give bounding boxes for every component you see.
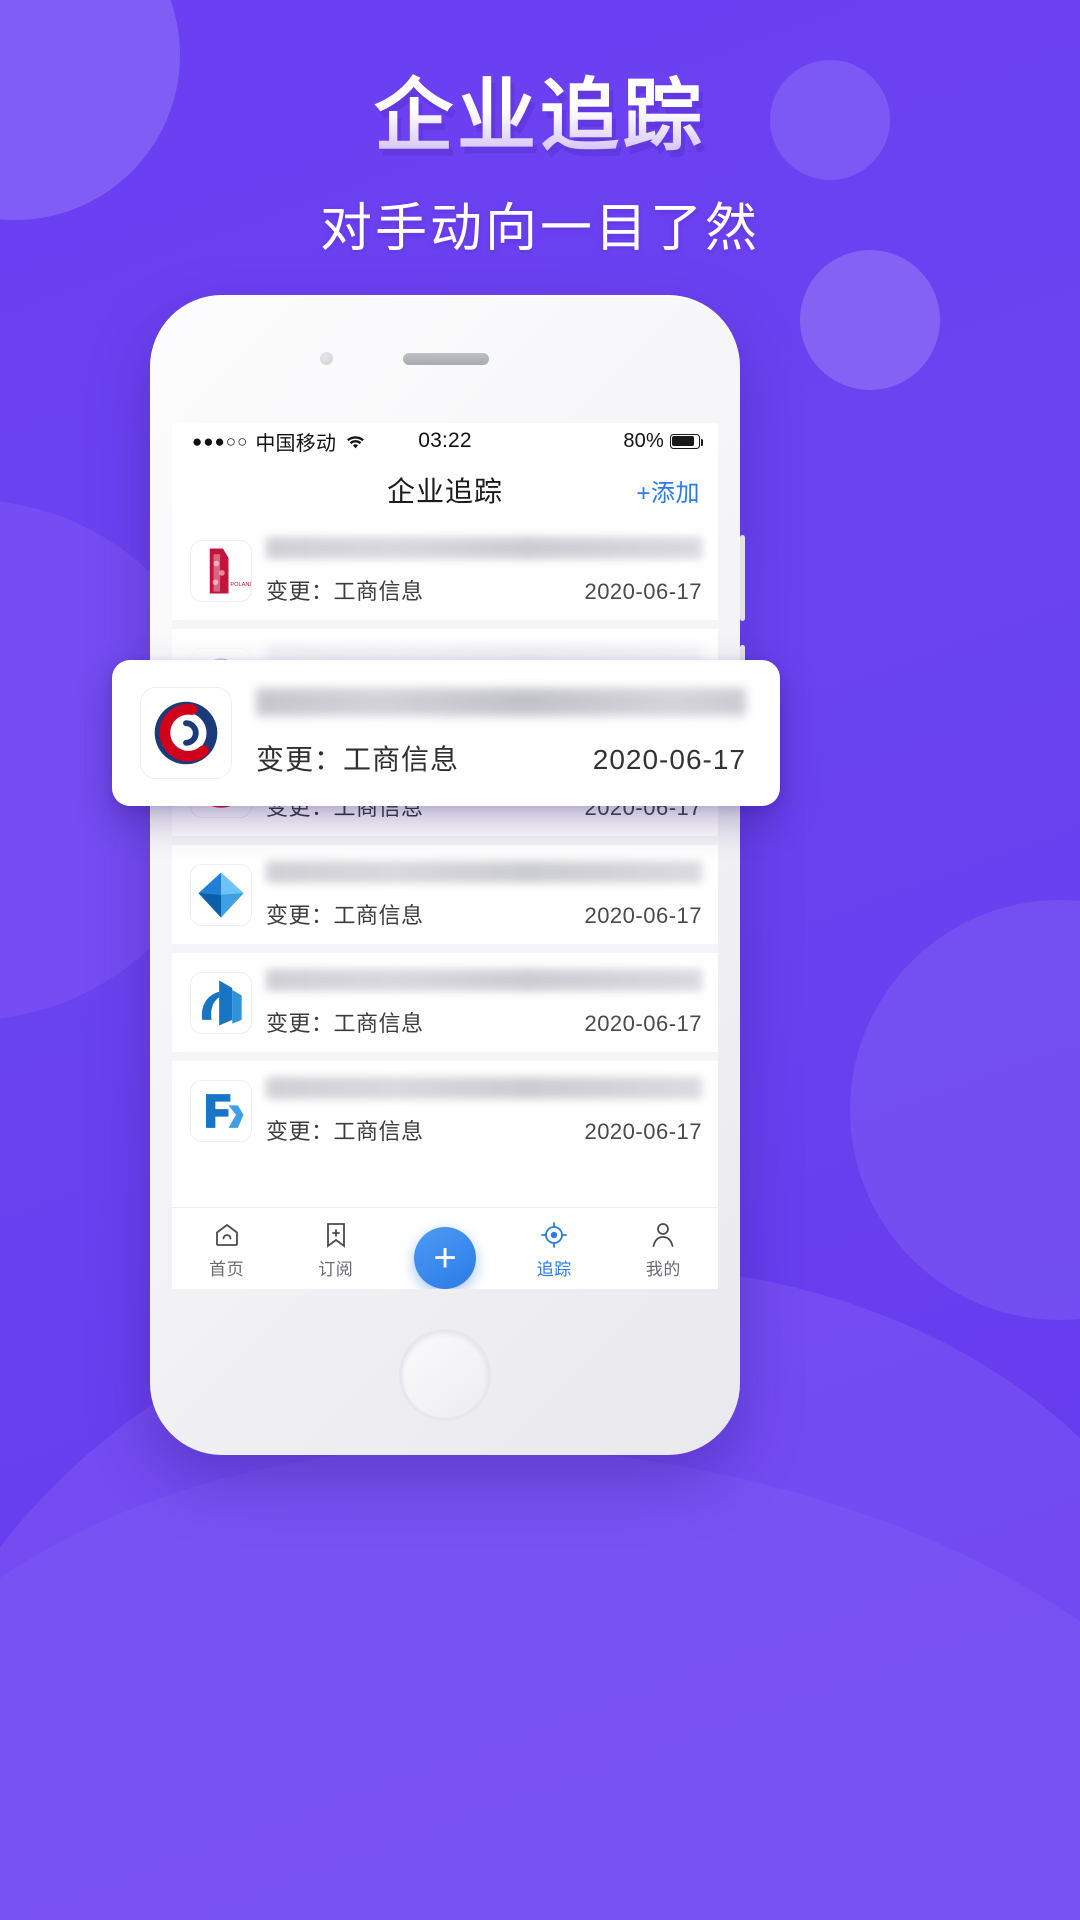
tab-home[interactable]: 首页: [172, 1220, 281, 1289]
tab-subscribe[interactable]: 订阅: [281, 1220, 390, 1289]
page-title: 企业追踪: [0, 71, 1080, 160]
highlighted-tracking-card[interactable]: 变更：工商信息 2020-06-17: [112, 660, 780, 806]
target-icon: [539, 1220, 569, 1250]
company-name-blurred: [256, 688, 746, 716]
change-label: 变更：工商信息: [266, 903, 424, 928]
front-camera: [320, 352, 333, 365]
svg-text:POLAND: POLAND: [230, 582, 251, 588]
nav-title: 企业追踪: [386, 476, 503, 507]
change-date: 2020-06-17: [584, 579, 702, 604]
list-item-body: 变更：工商信息 2020-06-17: [266, 1075, 702, 1146]
poland-expo-logo: POLAND: [190, 539, 252, 602]
list-item-body: 变更：工商信息 2020-06-17: [266, 535, 702, 606]
company-name-blurred: [266, 537, 702, 559]
battery-icon: [670, 433, 704, 449]
add-button[interactable]: +添加: [636, 473, 700, 508]
status-bar: ●●●○○ 中国移动 03:22 80%: [172, 423, 718, 459]
change-label: 变更：工商信息: [266, 1119, 424, 1144]
phone-screen: ●●●○○ 中国移动 03:22 80% 企业追踪 +添加 POLAN 变更：工…: [172, 423, 718, 1289]
tab-label: 首页: [209, 1260, 245, 1279]
list-item[interactable]: POLAND 变更：工商信息 2020-06-17: [172, 521, 718, 629]
tab-supplier[interactable]: + 供应商: [390, 1227, 500, 1289]
list-item-body: 变更：工商信息 2020-06-17: [266, 967, 702, 1038]
phone-mockup: ●●●○○ 中国移动 03:22 80% 企业追踪 +添加 POLAN 变更：工…: [150, 295, 745, 1455]
company-name-blurred: [266, 1077, 702, 1099]
banner-text-block: 企业追踪 对手动向一目了然: [0, 71, 1080, 261]
change-date: 2020-06-17: [584, 1011, 702, 1036]
nav-bar: 企业追踪 +添加: [172, 459, 718, 521]
home-button[interactable]: [399, 1329, 491, 1421]
tab-label: 追踪: [536, 1260, 572, 1279]
phone-volume-button: [740, 535, 745, 621]
change-label: 变更：工商信息: [256, 744, 460, 775]
bookmark-plus-icon: [321, 1220, 351, 1250]
list-item[interactable]: 变更：工商信息 2020-06-17: [172, 845, 718, 953]
list-item-body: 变更：工商信息 2020-06-17: [266, 859, 702, 930]
company-name-blurred: [266, 861, 702, 883]
change-date: 2020-06-17: [584, 1119, 702, 1144]
list-item[interactable]: 变更：工商信息 2020-06-17: [172, 1061, 718, 1160]
decorative-circle-right-bottom: [850, 900, 1080, 1320]
person-icon: [648, 1220, 678, 1250]
blue-fy-logo: [190, 1079, 252, 1142]
change-label: 变更：工商信息: [266, 579, 424, 604]
tab-label: 我的: [645, 1260, 681, 1279]
tab-profile[interactable]: 我的: [609, 1220, 718, 1289]
tab-label: 订阅: [318, 1260, 354, 1279]
blue-building-logo: [190, 971, 252, 1034]
page-subtitle: 对手动向一目了然: [319, 200, 760, 259]
blue-diamond-logo: [190, 863, 252, 926]
earpiece-speaker: [403, 353, 489, 365]
list-item[interactable]: 变更：工商信息 2020-06-17: [172, 953, 718, 1061]
tracking-list: POLAND 变更：工商信息 2020-06-17: [172, 521, 718, 1160]
company-name-blurred: [266, 969, 702, 991]
swirl-red-blue-logo: [140, 687, 232, 779]
home-icon: [212, 1220, 242, 1250]
tab-tracking[interactable]: 追踪: [500, 1220, 609, 1289]
decorative-circle-right-lower: [800, 250, 940, 390]
change-label: 变更：工商信息: [266, 1011, 424, 1036]
status-bar-right: 80%: [623, 429, 704, 453]
tab-bar: 首页 订阅 + 供应商: [172, 1207, 718, 1289]
change-date: 2020-06-17: [584, 903, 702, 928]
battery-percent-label: 80%: [623, 429, 664, 452]
change-date: 2020-06-17: [592, 744, 746, 775]
highlighted-card-body: 变更：工商信息 2020-06-17: [256, 688, 746, 778]
plus-icon[interactable]: +: [414, 1227, 476, 1289]
